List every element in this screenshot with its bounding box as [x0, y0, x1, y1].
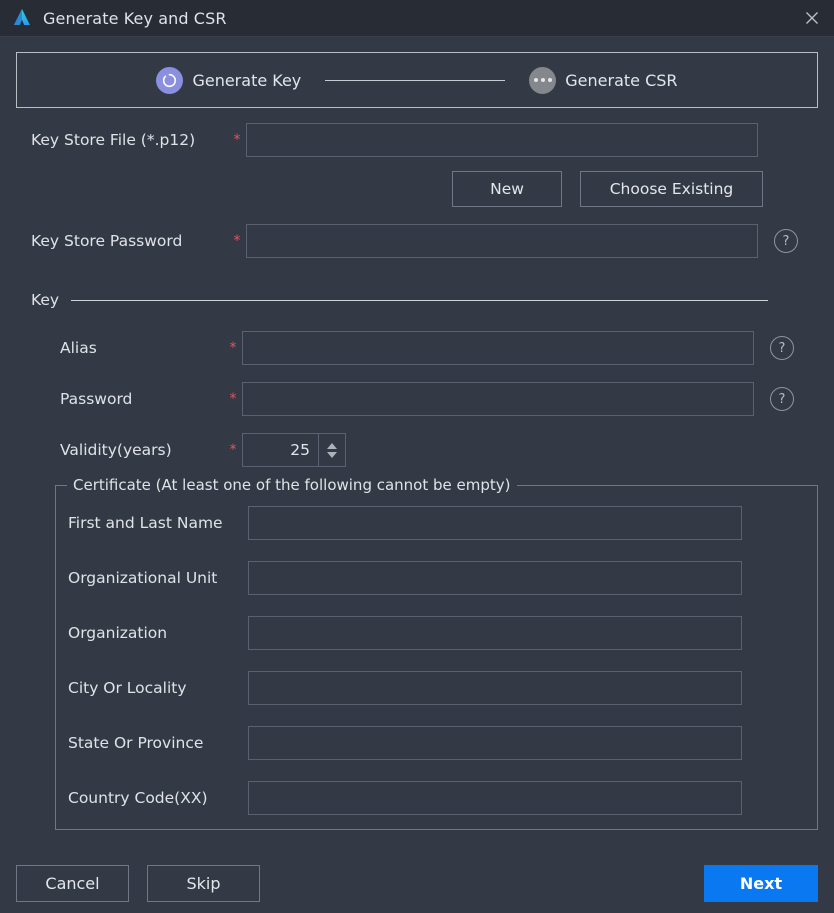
- next-button[interactable]: Next: [704, 864, 818, 902]
- key-password-required-marker: *: [229, 391, 237, 407]
- step-generate-csr[interactable]: Generate CSR: [529, 66, 678, 94]
- organization-label: Organization: [68, 624, 168, 642]
- key-group-title: Key: [31, 291, 60, 309]
- alias-input[interactable]: [242, 331, 754, 365]
- certificate-field-row: First and Last Name: [56, 506, 817, 540]
- spinner-ring-icon: [156, 66, 184, 94]
- step-generate-key[interactable]: Generate Key: [156, 66, 302, 94]
- ellipsis-icon: [529, 66, 557, 94]
- cancel-button[interactable]: Cancel: [16, 864, 129, 902]
- validity-stepper[interactable]: 25: [242, 433, 346, 467]
- android-studio-logo-icon: [11, 7, 33, 29]
- first-and-last-name-label: First and Last Name: [68, 514, 223, 532]
- help-circle-icon[interactable]: ?: [770, 387, 794, 411]
- city-or-locality-label: City Or Locality: [68, 679, 187, 697]
- validity-row: Validity(years) * 25: [16, 433, 818, 467]
- organizational-unit-label: Organizational Unit: [68, 569, 218, 587]
- key-store-file-row: Key Store File (*.p12) *: [16, 123, 818, 157]
- key-password-input[interactable]: [242, 382, 754, 416]
- certificate-field-row: Country Code(XX): [56, 781, 817, 815]
- key-store-password-required-marker: *: [233, 233, 241, 249]
- help-circle-icon[interactable]: ?: [774, 229, 798, 253]
- key-store-file-required-marker: *: [233, 132, 241, 148]
- form-area: Key Store File (*.p12) * New Choose Exis…: [0, 123, 834, 467]
- window-title: Generate Key and CSR: [43, 8, 227, 28]
- city-or-locality-input[interactable]: [248, 671, 742, 705]
- certificate-field-row: State Or Province: [56, 726, 817, 760]
- validity-label: Validity(years): [60, 441, 172, 459]
- alias-row: Alias * ?: [16, 331, 818, 365]
- dialog-footer: Cancel Skip Next: [0, 853, 834, 913]
- chevron-up-icon[interactable]: [327, 442, 337, 449]
- key-store-password-row: Key Store Password * ?: [16, 224, 818, 258]
- validity-required-marker: *: [229, 442, 237, 458]
- step-label-generate-key: Generate Key: [192, 70, 302, 90]
- certificate-group: Certificate (At least one of the followi…: [55, 476, 818, 830]
- title-bar: Generate Key and CSR: [0, 0, 834, 37]
- alias-required-marker: *: [229, 340, 237, 356]
- country-code-label: Country Code(XX): [68, 789, 208, 807]
- state-or-province-input[interactable]: [248, 726, 742, 760]
- step-connector: [325, 79, 506, 81]
- state-or-province-label: State Or Province: [68, 734, 204, 752]
- certificate-field-row: Organization: [56, 616, 817, 650]
- validity-stepper-buttons[interactable]: [318, 434, 345, 466]
- country-code-input[interactable]: [248, 781, 742, 815]
- key-store-file-label: Key Store File (*.p12): [31, 131, 196, 149]
- new-button[interactable]: New: [452, 171, 562, 207]
- first-and-last-name-input[interactable]: [248, 506, 742, 540]
- key-password-row: Password * ?: [16, 382, 818, 416]
- key-store-password-label: Key Store Password: [31, 232, 183, 250]
- certificate-field-row: City Or Locality: [56, 671, 817, 705]
- key-group-header: Key: [16, 291, 818, 309]
- key-store-file-input[interactable]: [246, 123, 758, 157]
- key-store-file-actions: New Choose Existing: [16, 171, 818, 207]
- skip-button[interactable]: Skip: [147, 864, 260, 902]
- organization-input[interactable]: [248, 616, 742, 650]
- certificate-group-legend: Certificate (At least one of the followi…: [67, 476, 517, 494]
- organizational-unit-input[interactable]: [248, 561, 742, 595]
- close-icon[interactable]: [790, 0, 834, 36]
- validity-value[interactable]: 25: [243, 434, 318, 466]
- choose-existing-button[interactable]: Choose Existing: [580, 171, 763, 207]
- key-group-divider: [71, 299, 768, 301]
- step-label-generate-csr: Generate CSR: [565, 70, 678, 90]
- alias-label: Alias: [60, 339, 97, 357]
- help-circle-icon[interactable]: ?: [770, 336, 794, 360]
- wizard-stepper: Generate Key Generate CSR: [16, 52, 818, 108]
- key-password-label: Password: [60, 390, 133, 408]
- chevron-down-icon[interactable]: [327, 451, 337, 458]
- key-store-password-input[interactable]: [246, 224, 758, 258]
- certificate-field-row: Organizational Unit: [56, 561, 817, 595]
